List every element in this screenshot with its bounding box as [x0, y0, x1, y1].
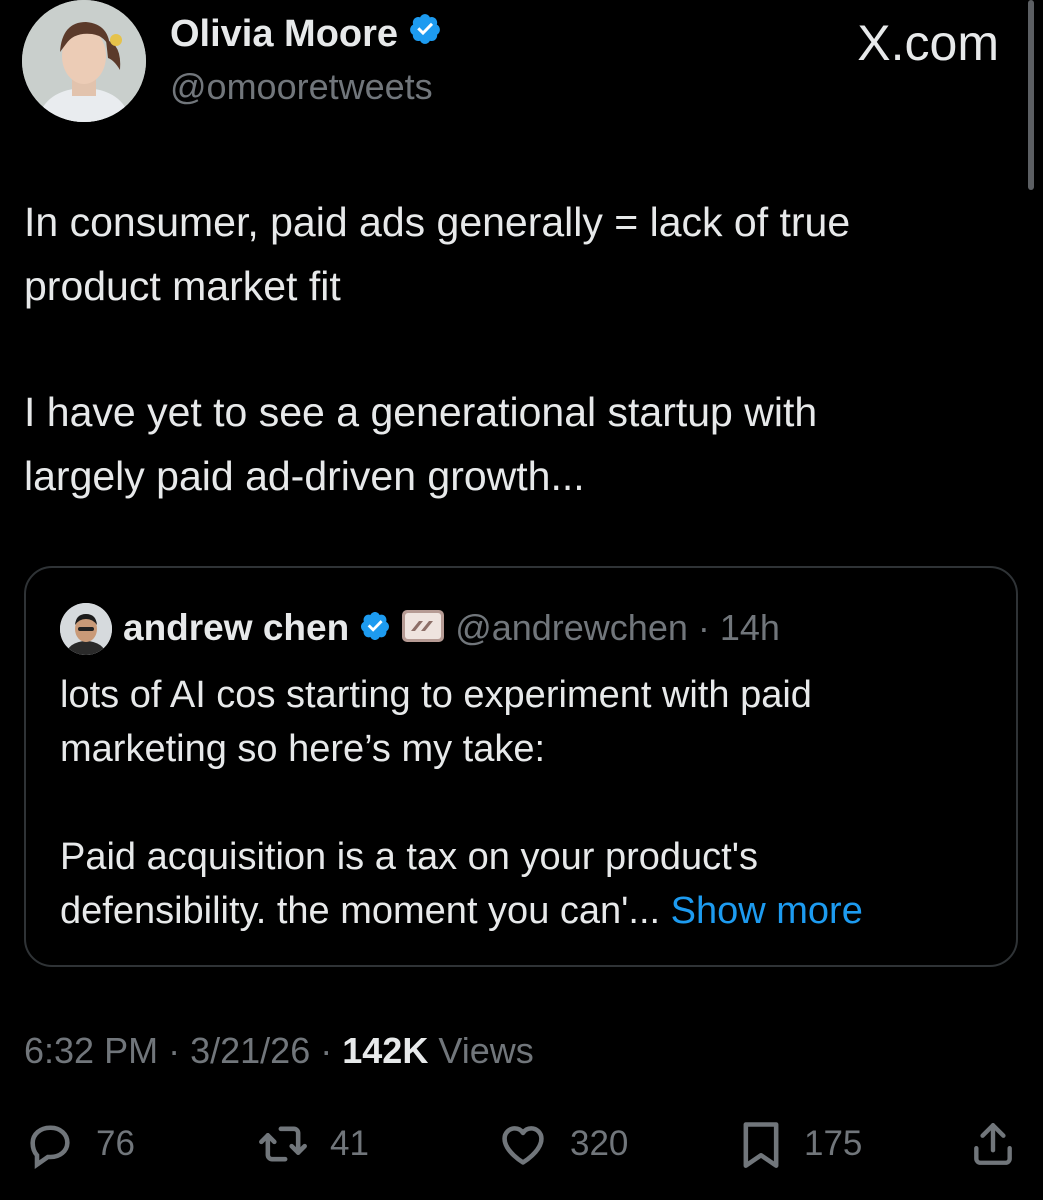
reply-icon — [24, 1118, 76, 1170]
brand-watermark: X.com — [857, 15, 999, 71]
author-handle[interactable]: @omooretweets — [170, 66, 433, 108]
views-label: Views — [438, 1030, 534, 1071]
quote-author-name[interactable]: andrew chen — [123, 607, 349, 649]
tweet-time[interactable]: 6:32 PM — [24, 1030, 158, 1071]
quote-text-2-body: Paid acquisition is a tax on your produc… — [60, 836, 758, 932]
tweet-meta: 6:32 PM · 3/21/26 · 142K Views — [24, 1030, 534, 1072]
quote-author-avatar[interactable] — [60, 603, 112, 655]
bookmark-icon — [738, 1118, 784, 1170]
meta-separator: · — [320, 1030, 333, 1071]
retweet-button[interactable]: 41 — [256, 1118, 369, 1170]
like-count: 320 — [570, 1124, 629, 1163]
author-avatar[interactable] — [22, 0, 146, 122]
tweet-paragraph-1: In consumer, paid ads generally = lack o… — [24, 199, 851, 309]
retweet-count: 41 — [330, 1124, 369, 1163]
quote-text-1: lots of AI cos starting to experiment wi… — [60, 674, 812, 770]
verified-badge-icon — [408, 12, 442, 56]
author-name[interactable]: Olivia Moore — [170, 13, 398, 56]
share-button[interactable] — [968, 1118, 1018, 1170]
show-more-link[interactable]: Show more — [671, 890, 863, 932]
retweet-icon — [256, 1118, 310, 1170]
meta-separator: · — [168, 1030, 181, 1071]
quote-timestamp[interactable]: 14h — [720, 607, 780, 649]
share-icon — [968, 1118, 1018, 1170]
quote-header: andrew chen @andrewchen · 14h — [123, 605, 780, 651]
affiliation-badge-icon — [401, 609, 445, 648]
tweet-paragraph-2: I have yet to see a generational startup… — [24, 389, 818, 499]
reply-button[interactable]: 76 — [24, 1118, 135, 1170]
like-icon — [496, 1118, 550, 1170]
author-name-row[interactable]: Olivia Moore — [170, 12, 442, 56]
views-count: 142K — [342, 1030, 429, 1071]
verified-badge-icon — [359, 610, 391, 647]
like-button[interactable]: 320 — [496, 1118, 628, 1170]
scrollbar[interactable] — [1028, 0, 1034, 190]
tweet-date[interactable]: 3/21/26 — [190, 1030, 310, 1071]
reply-count: 76 — [96, 1124, 135, 1163]
bookmark-count: 175 — [804, 1124, 863, 1163]
bookmark-button[interactable]: 175 — [738, 1118, 862, 1170]
quote-author-handle[interactable]: @andrewchen — [455, 607, 688, 649]
quote-separator: · — [697, 607, 710, 648]
quote-text-2: Paid acquisition is a tax on your produc… — [60, 830, 863, 938]
